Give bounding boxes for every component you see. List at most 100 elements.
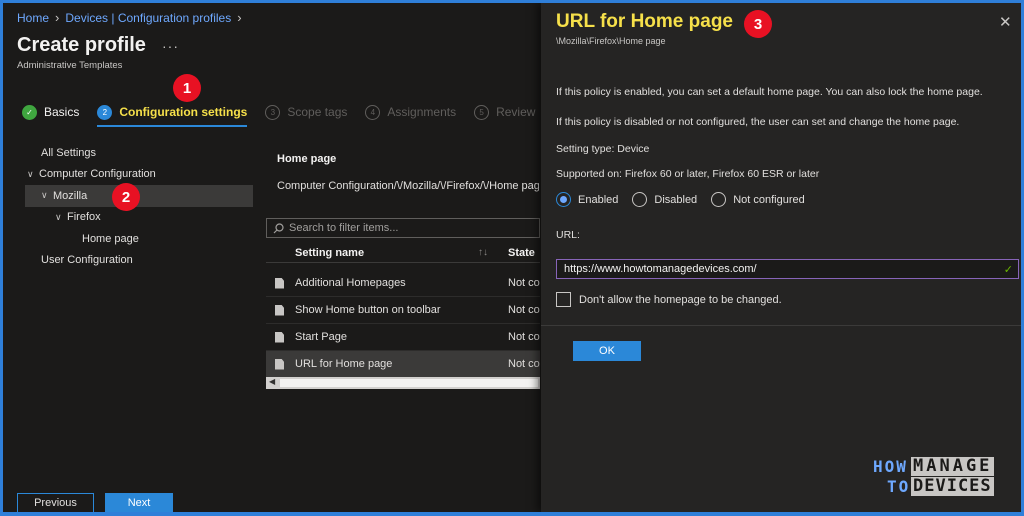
row-state: Not co	[508, 331, 540, 343]
document-icon	[275, 331, 284, 343]
row-name: Start Page	[295, 331, 347, 343]
step-configuration-settings[interactable]: 2 Configuration settings	[97, 104, 248, 127]
checkbox-icon[interactable]	[556, 292, 571, 307]
url-value: https://www.howtomanagedevices.com/	[564, 263, 757, 275]
radio-label: Enabled	[578, 193, 619, 206]
ok-button[interactable]: OK	[573, 341, 641, 361]
row-state: Not co	[508, 277, 540, 289]
tree-item-home-page[interactable]: Home page	[25, 228, 253, 250]
step-review[interactable]: 5 Review	[474, 104, 536, 120]
divider	[541, 325, 1021, 326]
tree-item-label: All Settings	[41, 146, 97, 159]
annotation-marker-2: 2	[112, 183, 140, 211]
annotation-marker-1: 1	[173, 74, 201, 102]
page-title: Create profile	[17, 34, 146, 56]
panel-description-disabled: If this policy is disabled or not config…	[556, 116, 960, 128]
tree-item-all-settings[interactable]: All Settings	[25, 142, 253, 164]
state-radio-group: Enabled Disabled Not configured	[556, 192, 805, 207]
radio-label: Disabled	[654, 193, 698, 206]
url-label: URL:	[556, 229, 580, 241]
chevron-down-icon[interactable]: ∨	[55, 212, 67, 223]
radio-button-icon[interactable]	[711, 192, 727, 207]
setting-type: Setting type: Device	[556, 143, 650, 155]
table-row[interactable]: Show Home button on toolbar Not co	[266, 297, 540, 324]
lock-homepage-option[interactable]: Don't allow the homepage to be changed.	[556, 292, 782, 307]
url-field[interactable]: https://www.howtomanagedevices.com/ ✓	[556, 259, 1019, 279]
logo-how: HOW	[873, 457, 908, 476]
document-icon	[275, 358, 284, 370]
breadcrumb-configuration-profiles[interactable]: Devices | Configuration profiles	[65, 11, 231, 25]
step-number: 3	[265, 104, 281, 120]
tree-item-firefox[interactable]: ∨ Firefox	[25, 207, 253, 229]
radio-button-icon[interactable]	[632, 192, 648, 207]
step-number: 5	[474, 104, 490, 120]
scroll-left-icon[interactable]: ◀	[269, 377, 275, 386]
annotation-marker-3: 3	[744, 10, 772, 38]
tree-item-label: User Configuration	[41, 254, 133, 267]
wizard-steps: ✓ Basics 2 Configuration settings 3 Scop…	[22, 103, 553, 127]
logo-devices: DEVICES	[911, 476, 994, 496]
filter-input[interactable]: Search to filter items...	[266, 218, 540, 238]
tree-item-user-configuration[interactable]: User Configuration	[25, 250, 253, 272]
table-header: Setting name ↑↓ State	[266, 243, 540, 263]
table-row[interactable]: URL for Home page Not co	[266, 351, 540, 378]
setting-detail-panel: URL for Home page \Mozilla\Firefox\Home …	[541, 3, 1021, 512]
column-header-setting-name[interactable]: Setting name	[295, 247, 364, 259]
step-label: Basics	[44, 105, 80, 119]
settings-tree: All Settings ∨ Computer Configuration ∨ …	[25, 142, 253, 271]
radio-not-configured[interactable]: Not configured	[711, 192, 805, 207]
step-label: Scope tags	[287, 105, 348, 119]
step-scope-tags[interactable]: 3 Scope tags	[265, 104, 348, 120]
checkbox-label: Don't allow the homepage to be changed.	[579, 293, 782, 306]
howtomanagedevices-logo: HOW TO MANAGE DEVICES	[873, 457, 1005, 497]
close-icon[interactable]: ✕	[999, 13, 1012, 31]
tree-item-label: Home page	[82, 232, 139, 245]
next-button[interactable]: Next	[105, 493, 173, 513]
radio-disabled[interactable]: Disabled	[632, 192, 697, 207]
logo-to: TO	[887, 477, 911, 496]
sort-icon[interactable]: ↑↓	[478, 247, 488, 258]
document-icon	[275, 277, 284, 289]
previous-button[interactable]: Previous	[17, 493, 94, 513]
tree-item-label: Computer Configuration	[39, 168, 156, 181]
step-number: 2	[97, 104, 113, 120]
tree-item-label: Firefox	[67, 211, 101, 224]
step-basics[interactable]: ✓ Basics	[22, 104, 80, 120]
step-label: Assignments	[387, 105, 457, 119]
step-number: 4	[365, 104, 381, 120]
checkmark-icon: ✓	[22, 104, 37, 120]
row-state: Not co	[508, 304, 540, 316]
row-state: Not co	[508, 358, 540, 370]
section-header: Home page	[277, 153, 337, 165]
radio-button-icon[interactable]	[556, 192, 571, 207]
chevron-down-icon[interactable]: ∨	[27, 169, 39, 180]
scrollbar-thumb[interactable]	[280, 379, 538, 387]
section-path: Computer Configuration/\/Mozilla/\/Firef…	[277, 180, 539, 192]
panel-description-enabled: If this policy is enabled, you can set a…	[556, 86, 983, 98]
settings-table: Additional Homepages Not co Show Home bu…	[266, 270, 540, 378]
table-row[interactable]: Start Page Not co	[266, 324, 540, 351]
column-header-state[interactable]: State	[508, 247, 535, 259]
tree-item-computer-configuration[interactable]: ∨ Computer Configuration	[25, 164, 253, 186]
page-subtitle: Administrative Templates	[17, 60, 123, 71]
panel-path: \Mozilla\Firefox\Home page	[556, 36, 666, 46]
chevron-right-icon: ›	[55, 10, 60, 25]
filter-placeholder: Search to filter items...	[289, 222, 399, 234]
radio-label: Not configured	[733, 193, 805, 206]
breadcrumb-home[interactable]: Home	[17, 11, 49, 25]
radio-enabled[interactable]: Enabled	[556, 192, 618, 207]
document-icon	[275, 304, 284, 316]
logo-manage: MANAGE	[911, 456, 995, 476]
chevron-down-icon[interactable]: ∨	[41, 190, 53, 201]
horizontal-scrollbar[interactable]: ◀	[266, 377, 540, 389]
more-options-icon[interactable]: ···	[162, 38, 179, 54]
table-row[interactable]: Additional Homepages Not co	[266, 270, 540, 297]
step-label: Review	[496, 105, 536, 119]
panel-title: URL for Home page	[556, 11, 734, 32]
supported-on: Supported on: Firefox 60 or later, Firef…	[556, 168, 820, 180]
step-assignments[interactable]: 4 Assignments	[365, 104, 457, 120]
chevron-right-icon: ›	[237, 10, 242, 25]
tree-item-label: Mozilla	[53, 189, 88, 202]
search-icon	[273, 222, 284, 233]
breadcrumb: Home › Devices | Configuration profiles …	[17, 10, 242, 25]
